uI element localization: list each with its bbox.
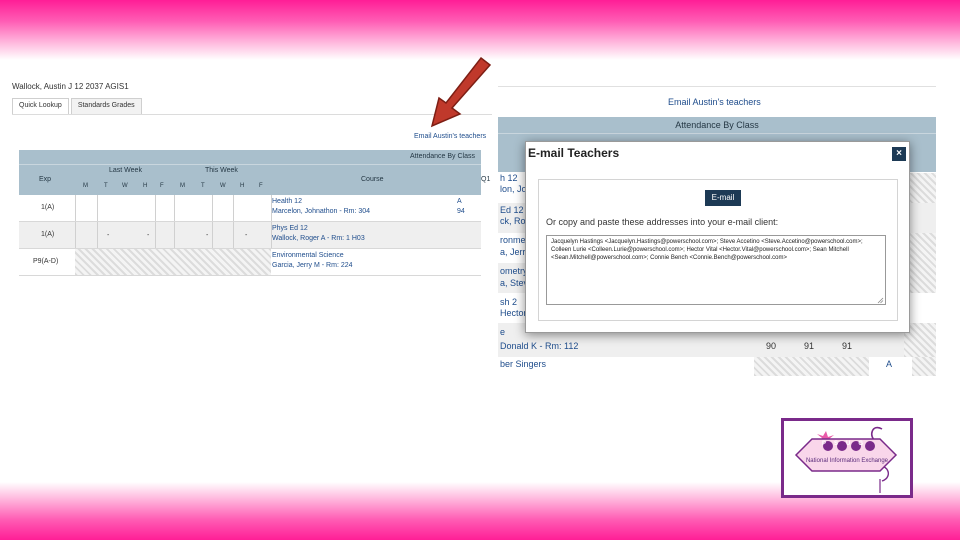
day-f: F <box>259 183 263 189</box>
course-link[interactable]: Health 12 <box>272 198 302 205</box>
day-h: H <box>240 183 245 189</box>
attendance-column-headers: Exp Last Week This Week Course Q1 M T W … <box>19 164 490 195</box>
grade-link[interactable]: A <box>886 359 892 369</box>
table-row: 1(A) - - - - Phys Ed 12 Wallock, Roger A… <box>19 222 481 249</box>
tab-bar: Quick Lookup Standards Grades <box>12 98 142 114</box>
dialog-title: E-mail Teachers <box>528 146 620 160</box>
cell-divider <box>97 195 98 221</box>
divider <box>498 86 936 87</box>
student-header: Wallock, Austin J 12 2037 AGIS1 <box>12 82 129 91</box>
teacher-link[interactable]: Hector <box>500 308 527 318</box>
percent-link[interactable]: 94 <box>457 208 465 215</box>
score-value: 91 <box>842 341 853 351</box>
day-t: T <box>104 183 108 189</box>
attendance-title: Attendance By Class <box>498 117 936 133</box>
attendance-title: Attendance By Class <box>19 150 481 164</box>
cell-divider <box>155 195 156 221</box>
attendance-mark: - <box>206 232 209 239</box>
top-pink-band <box>0 0 960 60</box>
day-m: M <box>83 183 88 189</box>
table-row: 1(A) Health 12 Marcelon, Johnathon - Rm:… <box>19 195 481 222</box>
course-link[interactable]: Phys Ed 12 <box>272 225 308 232</box>
quick-lookup-screenshot: Wallock, Austin J 12 2037 AGIS1 Quick Lo… <box>8 76 498 286</box>
unscheduled-hatch <box>754 357 869 376</box>
email-addresses-field[interactable]: Jacquelyn Hastings <Jacquelyn.Hastings@p… <box>546 235 886 305</box>
email-teachers-dialog: E-mail Teachers × E-mail Or copy and pas… <box>525 141 910 333</box>
row-exp: P9(A-D) <box>33 258 59 265</box>
attendance-mark: - <box>245 232 248 239</box>
cell-divider <box>75 195 76 221</box>
cell-divider <box>233 222 234 248</box>
score-value: 91 <box>804 341 815 351</box>
email-button[interactable]: E-mail <box>705 190 741 206</box>
pointer-arrow-icon <box>430 56 492 128</box>
day-f: F <box>160 183 164 189</box>
col-this-week: This Week <box>205 167 238 174</box>
col-exp: Exp <box>39 176 52 183</box>
unscheduled-hatch <box>912 357 936 376</box>
teacher-link[interactable]: Marcelon, Johnathon - Rm: 304 <box>272 208 370 215</box>
teacher-link[interactable]: Donald K - Rm: 112 <box>500 341 578 351</box>
resize-handle-icon[interactable] <box>877 297 884 304</box>
day-m: M <box>180 183 185 189</box>
tab-divider <box>12 114 492 115</box>
teacher-link[interactable]: Garcia, Jerry M - Rm: 224 <box>272 262 353 269</box>
col-last-week: Last Week <box>109 167 142 174</box>
day-h: H <box>143 183 148 189</box>
table-row: ber Singers A <box>498 357 936 376</box>
cell-divider <box>155 222 156 248</box>
row-exp: 1(A) <box>41 231 55 238</box>
row-exp: 1(A) <box>41 204 55 211</box>
dialog-body: E-mail Or copy and paste these addresses… <box>538 179 898 321</box>
col-q1: Q1 <box>481 176 491 183</box>
email-teachers-link[interactable]: Email Austin's teachers <box>668 97 761 107</box>
close-icon[interactable]: × <box>892 147 906 161</box>
grade-link[interactable]: A <box>457 198 462 205</box>
col-course: Course <box>361 176 384 183</box>
course-link[interactable]: e <box>500 327 505 337</box>
course-link[interactable]: ometry <box>500 266 528 276</box>
cell-divider <box>174 195 175 221</box>
course-link[interactable]: Environmental Science <box>272 252 344 259</box>
table-row: P9(A-D) Environmental Science Garcia, Je… <box>19 249 481 276</box>
teacher-link[interactable]: lon, Jo <box>500 184 527 194</box>
psug-logo: PSUG National Information Exchange <box>781 418 913 498</box>
cell-divider <box>212 195 213 221</box>
attendance-table: Attendance By Class Exp Last Week This W… <box>19 150 490 276</box>
day-t: T <box>201 183 205 189</box>
logo-subtitle: National Information Exchange <box>805 458 889 464</box>
cell-divider <box>212 222 213 248</box>
teacher-link[interactable]: Wallock, Roger A - Rm: 1 H03 <box>272 235 365 242</box>
course-link[interactable]: ber Singers <box>500 359 546 369</box>
copy-instructions: Or copy and paste these addresses into y… <box>546 217 779 227</box>
unscheduled-hatch <box>75 249 271 275</box>
day-w: W <box>220 183 226 189</box>
course-link[interactable]: sh 2 <box>500 297 517 307</box>
tab-standards-grades[interactable]: Standards Grades <box>70 98 142 114</box>
day-w: W <box>122 183 128 189</box>
tab-quick-lookup[interactable]: Quick Lookup <box>12 98 69 114</box>
logo-acronym: PSUG <box>822 441 872 447</box>
attendance-mark: - <box>147 232 150 239</box>
cell-divider <box>75 222 76 248</box>
cell-divider <box>174 222 175 248</box>
cell-divider <box>233 195 234 221</box>
score-value: 90 <box>766 341 777 351</box>
course-link[interactable]: Ed 12 <box>500 205 524 215</box>
email-teachers-link[interactable]: Email Austin's teachers <box>414 133 486 140</box>
course-link[interactable]: h 12 <box>500 173 518 183</box>
attendance-mark: - <box>107 232 110 239</box>
cell-divider <box>97 222 98 248</box>
